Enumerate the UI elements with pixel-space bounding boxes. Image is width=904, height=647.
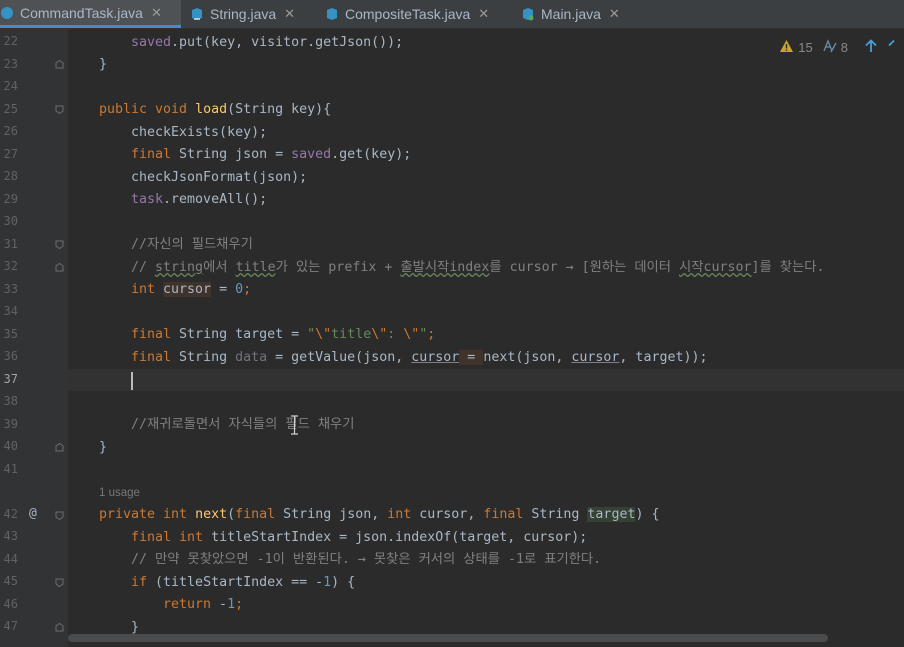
override-annotation-icon[interactable]: @ <box>29 506 37 521</box>
line-number: 42 <box>3 507 18 521</box>
line-number: 29 <box>3 192 18 206</box>
fold-end-icon[interactable] <box>55 623 64 632</box>
editor-tab-bar: CommandTask.java ✕ String.java ✕ Composi… <box>0 0 904 29</box>
code-editor[interactable]: 22 23 24 25 26 27 28 29 30 31 32 33 34 3… <box>0 29 904 647</box>
java-class-icon <box>325 7 339 21</box>
code-line-29: task.removeAll(); <box>131 192 268 207</box>
line-number: 38 <box>3 394 18 408</box>
close-icon[interactable]: ✕ <box>151 5 162 21</box>
line-number: 27 <box>3 147 18 161</box>
line-number: 45 <box>3 574 18 588</box>
fold-start-icon[interactable] <box>55 105 64 114</box>
code-line-42: private int next(final String json, int … <box>99 507 660 522</box>
code-line-43: final int titleStartIndex = json.indexOf… <box>131 530 588 545</box>
close-icon[interactable]: ✕ <box>609 6 620 22</box>
horizontal-scrollbar[interactable] <box>68 634 828 642</box>
line-number: 25 <box>3 102 18 116</box>
tab-main[interactable]: Main.java ✕ <box>521 0 641 28</box>
code-line-39: //재귀로돌면서 자식들의 필드 채우기 <box>131 417 355 432</box>
line-number: 41 <box>3 462 18 476</box>
usage-hint[interactable]: 1 usage <box>99 487 140 499</box>
code-line-26: checkExists(key); <box>131 125 268 140</box>
tab-compositetask[interactable]: CompositeTask.java ✕ <box>325 0 505 28</box>
line-number: 36 <box>3 349 18 363</box>
text-cursor-icon <box>291 415 298 435</box>
line-number: 32 <box>3 259 18 273</box>
line-number: 34 <box>3 304 18 318</box>
fold-end-icon[interactable] <box>55 263 64 272</box>
code-line-25: public void load(String key){ <box>99 102 332 117</box>
line-number: 30 <box>3 214 18 228</box>
warning-icon <box>779 39 794 56</box>
fold-start-icon[interactable] <box>55 240 64 249</box>
code-line-36: final String data = getValue(json, curso… <box>131 350 708 365</box>
tab-label: Main.java <box>541 6 601 22</box>
tab-label: CommandTask.java <box>20 4 143 21</box>
gutter: 22 23 24 25 26 27 28 29 30 31 32 33 34 3… <box>0 29 68 647</box>
line-number: 46 <box>3 597 18 611</box>
fold-start-icon[interactable] <box>55 511 64 520</box>
line-number: 47 <box>3 619 18 633</box>
code-line-31: //자신의 필드채우기 <box>131 237 253 252</box>
tab-string[interactable]: String.java ✕ <box>190 0 310 28</box>
java-class-icon <box>190 7 204 21</box>
code-area[interactable]: saved.put(key, visitor.getJson()); } pub… <box>68 29 904 647</box>
code-line-45: if (titleStartIndex == -1) { <box>131 575 356 590</box>
tab-commandtask[interactable]: CommandTask.java ✕ <box>0 0 181 28</box>
line-number: 26 <box>3 124 18 138</box>
close-icon[interactable]: ✕ <box>284 6 295 22</box>
code-line-35: final String target = "\"title\": \""; <box>131 327 436 342</box>
line-number: 23 <box>3 57 18 71</box>
previous-highlight-icon[interactable] <box>864 38 878 56</box>
code-line-32: // string에서 title가 있는 prefix + 출발시작index… <box>131 260 825 275</box>
code-line-22: saved.put(key, visitor.getJson()); <box>131 35 404 50</box>
weak-warning-count: 8 <box>840 39 848 55</box>
next-highlight-icon[interactable] <box>888 39 896 56</box>
fold-start-icon[interactable] <box>55 578 64 587</box>
text-caret <box>131 372 133 390</box>
line-number: 33 <box>3 282 18 296</box>
line-number: 22 <box>3 34 18 48</box>
code-line-46: return -1; <box>163 597 244 612</box>
java-class-icon <box>521 7 535 21</box>
line-number: 28 <box>3 169 18 183</box>
close-icon[interactable]: ✕ <box>478 6 489 22</box>
line-number: 40 <box>3 439 18 453</box>
tab-label: CompositeTask.java <box>345 6 471 22</box>
line-number: 31 <box>3 237 18 251</box>
warning-count: 15 <box>798 39 813 55</box>
java-class-icon <box>0 6 14 20</box>
code-line-44: // 만약 못찾았으면 -1이 반환된다. → 못찾은 커서의 상태를 -1로 … <box>131 552 602 567</box>
code-line-28: checkJsonFormat(json); <box>131 170 308 185</box>
code-line-40: } <box>99 440 108 455</box>
code-line-23: } <box>99 57 108 72</box>
code-line-27: final String json = saved.get(key); <box>131 147 412 162</box>
tab-label: String.java <box>210 6 277 22</box>
line-number: 43 <box>3 529 18 543</box>
line-number: 24 <box>3 79 18 93</box>
inspection-widget[interactable]: 15 8 <box>779 37 900 57</box>
line-number: 44 <box>3 552 18 566</box>
line-number: 35 <box>3 327 18 341</box>
line-number: 39 <box>3 417 18 431</box>
current-line-highlight <box>68 369 904 391</box>
code-line-33: int cursor = 0; <box>131 282 252 297</box>
weak-warning-icon <box>823 38 837 56</box>
fold-end-icon[interactable] <box>55 60 64 69</box>
line-number-current: 37 <box>3 372 18 386</box>
fold-end-icon[interactable] <box>55 443 64 452</box>
